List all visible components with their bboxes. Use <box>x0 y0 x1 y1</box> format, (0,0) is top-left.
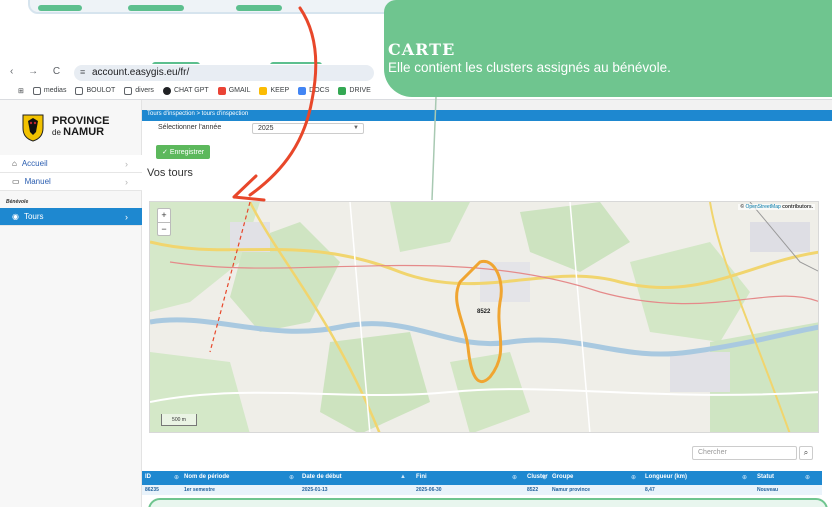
cell-nom: 1er semestre <box>184 487 215 493</box>
sort-icon[interactable]: ⊕ <box>289 474 294 481</box>
app-window: PROVINCE de NAMUR ⌂ Accueil › ▭ Manuel ›… <box>0 100 832 507</box>
map-view[interactable]: + − © OpenStreetMap contributors. 8522 5… <box>149 201 819 433</box>
save-button-label: Enregistrer <box>169 148 205 156</box>
sidebar: PROVINCE de NAMUR ⌂ Accueil › ▭ Manuel ›… <box>0 100 142 507</box>
province-logo[interactable]: PROVINCE de NAMUR <box>20 108 120 146</box>
breadcrumb[interactable]: Tours d'inspection > tours d'inspection <box>147 111 248 117</box>
folder-icon <box>32 86 41 95</box>
column-id[interactable]: ID <box>145 474 151 480</box>
callout-text: Elle contient les clusters assignés au b… <box>388 60 671 75</box>
sidebar-section-label: Bénévole <box>6 199 29 205</box>
sidebar-item-accueil[interactable]: ⌂ Accueil › <box>0 155 142 173</box>
map-tiles <box>150 202 818 432</box>
docs-icon <box>298 86 307 95</box>
logo-text: PROVINCE de NAMUR <box>52 116 109 138</box>
dash-decor <box>128 5 184 11</box>
zoom-in-button[interactable]: + <box>158 209 170 222</box>
folder-icon <box>75 86 84 95</box>
sort-icon[interactable]: ⊕ <box>631 474 636 481</box>
dash-decor <box>38 5 82 11</box>
sidebar-item-label: Tours <box>23 212 44 221</box>
chevron-right-icon: › <box>125 176 128 187</box>
year-select[interactable]: 2025 ▼ <box>252 123 364 134</box>
cell-longueur: 8,47 <box>645 487 655 493</box>
map-attribution: © OpenStreetMap contributors. <box>738 204 815 210</box>
cell-statut: Nouveau <box>757 487 779 493</box>
zoom-out-button[interactable]: − <box>158 222 170 235</box>
search-icon: ⌕ <box>803 448 809 457</box>
dash-decor <box>236 5 282 11</box>
sort-icon[interactable]: ⊕ <box>174 474 179 481</box>
sidebar-item-manuel[interactable]: ▭ Manuel › <box>0 173 142 191</box>
bookmark-gmail[interactable]: GMAIL <box>217 86 250 95</box>
year-select-value: 2025 <box>258 125 274 132</box>
sort-icon[interactable]: ⊕ <box>512 474 517 481</box>
keep-icon <box>259 86 268 95</box>
cell-groupe: Namur province <box>552 487 591 493</box>
table-header: ID ⊕ Nom de période ⊕ Date de début ▲ Fi… <box>142 471 822 485</box>
chatgpt-icon <box>162 86 171 95</box>
column-statut[interactable]: Statut <box>757 474 774 480</box>
apps-icon[interactable]: ⊞ <box>18 87 24 95</box>
sort-icon[interactable]: ⊕ <box>805 474 810 481</box>
sort-asc-icon[interactable]: ▲ <box>400 474 406 480</box>
sidebar-item-label: Accueil <box>21 159 48 168</box>
bookmark-divers[interactable]: divers <box>124 86 154 95</box>
folder-icon <box>124 86 133 95</box>
column-nom[interactable]: Nom de période <box>184 474 229 480</box>
eye-icon: ◉ <box>12 212 19 221</box>
map-scale: 500 m <box>161 414 197 426</box>
url-text: account.easygis.eu/fr/ <box>92 67 190 78</box>
page-title: Vos tours <box>147 167 193 179</box>
address-bar[interactable]: ≡ account.easygis.eu/fr/ <box>74 65 374 81</box>
home-icon: ⌂ <box>12 159 17 168</box>
column-groupe[interactable]: Groupe <box>552 474 573 480</box>
save-button[interactable]: ✓ Enregistrer <box>156 145 210 159</box>
chevron-down-icon: ▼ <box>353 125 359 131</box>
browser-nav-buttons[interactable]: ‹ → C <box>10 66 66 77</box>
crest-icon <box>22 114 44 142</box>
zoom-control: + − <box>157 208 171 236</box>
callout-title: CARTE <box>388 40 456 59</box>
cluster-label[interactable]: 8522 <box>477 309 490 315</box>
chevron-right-icon: › <box>125 158 128 169</box>
column-longueur[interactable]: Longueur (km) <box>645 474 687 480</box>
sort-icon[interactable]: ⊕ <box>742 474 747 481</box>
chevron-right-icon: › <box>125 211 128 222</box>
bookmark-docs[interactable]: DOCS <box>298 86 329 95</box>
cell-id: 86235 <box>145 487 159 493</box>
search-button[interactable]: ⌕ <box>799 446 813 460</box>
table-row[interactable]: 86235 1er semestre 2025-01-13 2025-06-30… <box>142 485 822 495</box>
bookmark-keep[interactable]: KEEP <box>259 86 289 95</box>
bottom-callout-box <box>148 498 828 507</box>
column-fini[interactable]: Fini <box>416 474 427 480</box>
bookmark-medias[interactable]: medias <box>32 86 66 95</box>
bookmark-drive[interactable]: DRIVE <box>338 86 371 95</box>
logo-line2: de NAMUR <box>52 126 105 138</box>
bookmark-boulot[interactable]: BOULOT <box>75 86 115 95</box>
search-input[interactable]: Chercher <box>692 446 797 460</box>
check-icon: ✓ <box>161 149 168 156</box>
site-settings-icon[interactable]: ≡ <box>80 67 85 77</box>
osm-link[interactable]: OpenStreetMap <box>745 204 780 210</box>
book-icon: ▭ <box>12 177 20 186</box>
cell-debut: 2025-01-13 <box>302 487 328 493</box>
column-debut[interactable]: Date de début <box>302 474 342 480</box>
app-header-bar: Tours d'inspection > tours d'inspection <box>142 110 832 121</box>
gmail-icon <box>217 86 226 95</box>
sidebar-item-label: Manuel <box>24 177 51 186</box>
cell-fini: 2025-06-30 <box>416 487 442 493</box>
sort-icon[interactable]: ⊕ <box>542 474 547 481</box>
year-label: Sélectionner l'année <box>158 124 222 131</box>
bookmark-chatgpt[interactable]: CHAT GPT <box>162 86 209 95</box>
cell-cluster: 8522 <box>527 487 539 493</box>
sidebar-item-tours[interactable]: ◉ Tours › <box>0 208 142 226</box>
main-content: Sélectionner l'année 2025 ▼ ✓ Enregistre… <box>142 121 832 507</box>
drive-icon <box>338 86 347 95</box>
